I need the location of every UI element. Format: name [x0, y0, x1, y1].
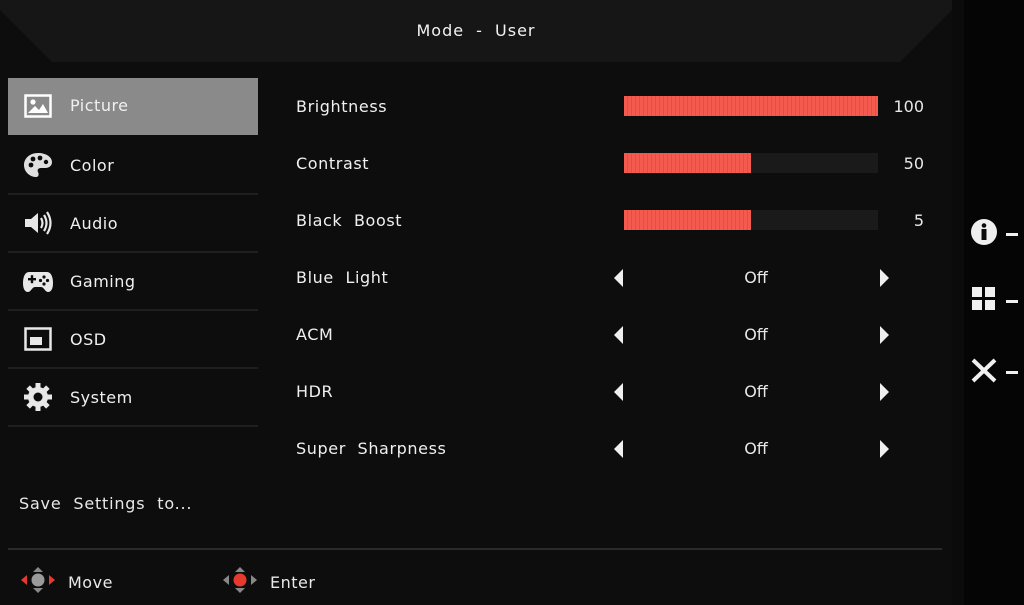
contrast-label: Contrast [296, 154, 370, 173]
close-key[interactable] [970, 357, 1022, 387]
sidebar-item-audio[interactable]: Audio [8, 195, 258, 253]
sidebar-item-gaming[interactable]: Gaming [8, 253, 258, 311]
super-sharpness-value: Off [744, 439, 768, 458]
info-key[interactable] [970, 219, 1022, 249]
sidebar-item-picture[interactable]: Picture [8, 78, 258, 135]
acm-label: ACM [296, 325, 334, 344]
footer-divider [8, 548, 942, 550]
osd-menu: Mode - User Picture Color Audio Gaming O… [0, 0, 952, 605]
sidebar-item-label: System [70, 387, 133, 407]
palette-icon [22, 149, 54, 181]
menu-key-dash [1006, 299, 1018, 303]
blue-light-row: Blue Light Off [296, 249, 946, 306]
enter-hint: Enter [222, 566, 315, 598]
enter-label: Enter [270, 572, 316, 592]
sidebar-item-osd[interactable]: OSD [8, 311, 258, 369]
acm-right-arrow-icon[interactable] [880, 326, 889, 344]
black-boost-row: Black Boost 5 [296, 192, 946, 249]
super-sharpness-row: Super Sharpness Off [296, 420, 946, 477]
info-key-dash [1006, 232, 1018, 236]
info-icon [970, 218, 998, 250]
black-boost-label: Black Boost [296, 211, 403, 230]
joystick-enter-icon [222, 566, 258, 598]
contrast-slider[interactable] [624, 153, 878, 173]
sidebar: Picture Color Audio Gaming OSD System [8, 78, 258, 427]
black-boost-value: 5 [913, 211, 924, 230]
osd-window-icon [22, 323, 54, 355]
brightness-value: 100 [893, 97, 924, 116]
brightness-slider[interactable] [624, 96, 878, 116]
super-sharpness-left-arrow-icon[interactable] [614, 440, 623, 458]
menu-grid-icon [970, 285, 998, 317]
sidebar-item-label: Picture [70, 96, 129, 115]
picture-settings-panel: Brightness 100 Contrast 50 Black Boost 5… [296, 78, 946, 477]
joystick-move-icon [20, 566, 56, 598]
blue-light-value: Off [744, 268, 768, 287]
black-boost-slider[interactable] [624, 210, 878, 230]
gamepad-icon [22, 265, 54, 297]
side-key-panel [964, 0, 1024, 605]
blue-light-right-arrow-icon[interactable] [880, 269, 889, 287]
contrast-fill [624, 153, 751, 173]
brightness-row: Brightness 100 [296, 78, 946, 135]
acm-value: Off [744, 325, 768, 344]
brightness-fill [624, 96, 878, 116]
mode-title: Mode - User [416, 21, 536, 40]
close-key-dash [1006, 370, 1018, 374]
hdr-row: HDR Off [296, 363, 946, 420]
super-sharpness-label: Super Sharpness [296, 439, 447, 458]
hdr-right-arrow-icon[interactable] [880, 383, 889, 401]
move-hint: Move [20, 566, 113, 598]
hdr-left-arrow-icon[interactable] [614, 383, 623, 401]
sidebar-item-label: Gaming [70, 271, 136, 291]
super-sharpness-right-arrow-icon[interactable] [880, 440, 889, 458]
close-icon [970, 356, 998, 388]
menu-key[interactable] [970, 286, 1022, 316]
hdr-label: HDR [296, 382, 334, 401]
gear-icon [22, 381, 54, 413]
contrast-row: Contrast 50 [296, 135, 946, 192]
brightness-label: Brightness [296, 97, 388, 116]
sidebar-item-color[interactable]: Color [8, 137, 258, 195]
contrast-value: 50 [903, 154, 924, 173]
sidebar-item-system[interactable]: System [8, 369, 258, 427]
sidebar-item-label: OSD [70, 329, 107, 349]
acm-row: ACM Off [296, 306, 946, 363]
blue-light-label: Blue Light [296, 268, 389, 287]
sidebar-item-label: Color [70, 155, 115, 175]
speaker-icon [22, 207, 54, 239]
save-settings-link[interactable]: Save Settings to... [19, 494, 192, 513]
black-boost-fill [624, 210, 751, 230]
blue-light-left-arrow-icon[interactable] [614, 269, 623, 287]
sidebar-item-label: Audio [70, 213, 118, 233]
move-label: Move [68, 572, 113, 592]
hdr-value: Off [744, 382, 768, 401]
picture-icon [22, 90, 54, 122]
acm-left-arrow-icon[interactable] [614, 326, 623, 344]
